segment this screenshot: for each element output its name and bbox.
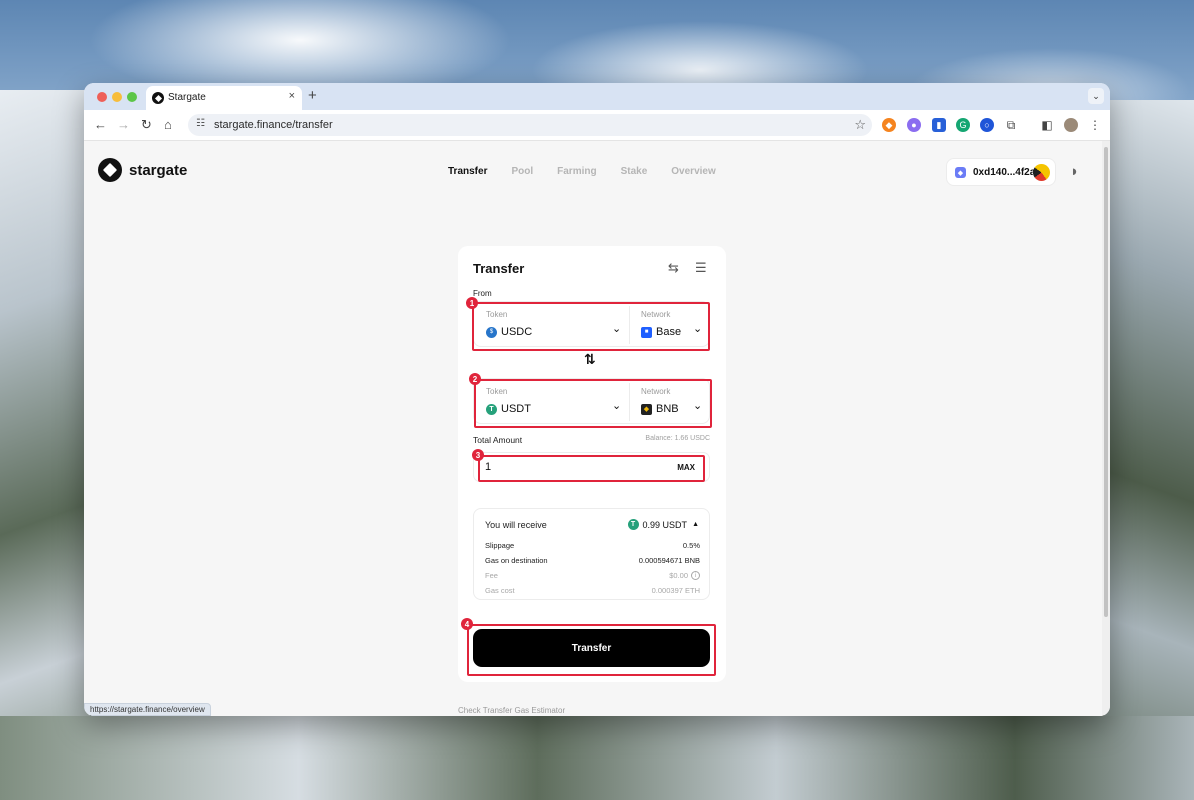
minimize-window-button[interactable] — [112, 92, 122, 102]
tab-bar: Stargate × + ⌄ — [84, 83, 1110, 110]
receive-value: 0.99 USDT — [642, 519, 688, 530]
status-bar-url: https://stargate.finance/overview — [84, 703, 211, 716]
extension-blue-circle-icon[interactable]: ○ — [980, 118, 994, 132]
annotation-badge-1: 1 — [466, 297, 478, 309]
extension-purple-icon[interactable]: ● — [907, 118, 921, 132]
detail-label: Gas on destination — [485, 556, 548, 565]
address-url: stargate.finance/transfer — [214, 119, 333, 131]
detail-value: $0.00 — [669, 571, 688, 580]
side-panel-icon[interactable]: ◧ — [1040, 118, 1054, 132]
nav-farming[interactable]: Farming — [557, 166, 596, 177]
grammarly-extension-icon[interactable]: G — [956, 118, 970, 132]
detail-label: Gas cost — [485, 586, 515, 595]
page-content: stargate Transfer Pool Farming Stake Ove… — [84, 141, 1102, 716]
scrollbar-thumb[interactable] — [1104, 147, 1108, 617]
settings-sliders-icon[interactable]: ☰ — [695, 260, 707, 276]
home-icon[interactable]: ⌂ — [164, 117, 172, 133]
close-window-button[interactable] — [97, 92, 107, 102]
dark-mode-moon-icon[interactable]: ◗ — [1070, 163, 1079, 180]
detail-row-gas-destination: Gas on destination 0.000594671 BNB — [485, 556, 700, 565]
stargate-logo[interactable]: stargate — [98, 158, 187, 182]
stargate-favicon-icon — [152, 92, 164, 104]
main-nav: Transfer Pool Farming Stake Overview — [448, 166, 740, 177]
zoom-window-button[interactable] — [127, 92, 137, 102]
background-mountain-bottom — [0, 716, 1194, 800]
balance-text: Balance: 1.66 USDC — [645, 435, 710, 442]
highlight-box-1 — [472, 302, 710, 351]
caret-up-icon: ▲ — [692, 521, 699, 528]
info-icon[interactable]: i — [691, 571, 700, 580]
close-tab-icon[interactable]: × — [289, 90, 295, 102]
tab-stargate[interactable]: Stargate × — [146, 86, 302, 110]
receive-summary: You will receive T 0.99 USDT ▲ Slippage … — [473, 508, 710, 600]
browser-menu-icon[interactable]: ⋮ — [1088, 118, 1102, 132]
receive-toggle[interactable]: T 0.99 USDT ▲ — [627, 519, 699, 530]
forward-arrow-icon[interactable]: → — [117, 117, 130, 133]
transaction-history-icon[interactable]: ⇆ — [668, 260, 679, 276]
annotation-badge-2: 2 — [469, 373, 481, 385]
background-mountain-left — [0, 90, 90, 800]
wallet-address: 0xd140...4f2a — [973, 167, 1036, 178]
transfer-title: Transfer — [473, 261, 525, 276]
annotation-badge-4: 4 — [461, 618, 473, 630]
from-label: From — [473, 289, 492, 298]
detail-row-slippage: Slippage 0.5% — [485, 541, 700, 550]
page-scrollbar[interactable] — [1102, 141, 1110, 716]
annotation-badge-3: 3 — [472, 449, 484, 461]
browser-toolbar: ← → ↻ ⌂ ☷ stargate.finance/transfer ☆ ◆ … — [84, 110, 1110, 141]
new-tab-button[interactable]: + — [308, 87, 317, 104]
usdt-icon: T — [627, 519, 639, 530]
profile-avatar[interactable] — [1064, 118, 1078, 132]
total-amount-label: Total Amount — [473, 435, 523, 445]
brand-name: stargate — [129, 161, 188, 179]
receive-label: You will receive — [485, 520, 547, 530]
bitwarden-extension-icon[interactable]: ▮ — [932, 118, 946, 132]
extensions-puzzle-icon[interactable]: ⧉ — [1004, 118, 1018, 132]
bookmark-star-icon[interactable]: ☆ — [854, 117, 866, 133]
highlight-box-4 — [467, 624, 716, 676]
metamask-extension-icon[interactable]: ◆ — [882, 118, 896, 132]
reload-icon[interactable]: ↻ — [141, 117, 152, 133]
address-bar[interactable]: ☷ stargate.finance/transfer ☆ — [188, 114, 872, 136]
browser-window: Stargate × + ⌄ ← → ↻ ⌂ ☷ stargate.financ… — [84, 83, 1110, 716]
wallet-button[interactable]: ◆ 0xd140...4f2a — [946, 158, 1056, 186]
gas-estimator-link[interactable]: Check Transfer Gas Estimator — [458, 706, 565, 715]
wallet-avatar — [1033, 164, 1050, 181]
detail-value: 0.5% — [682, 541, 700, 550]
detail-row-gas-cost: Gas cost 0.000397 ETH — [485, 586, 700, 595]
detail-row-fee: Fee $0.00 i — [485, 571, 700, 580]
nav-pool[interactable]: Pool — [511, 166, 533, 177]
tab-title: Stargate — [168, 92, 206, 103]
background-mountain-right — [1104, 100, 1194, 800]
detail-value: 0.000594671 BNB — [638, 556, 700, 565]
highlight-box-3 — [478, 455, 705, 482]
detail-label: Fee — [485, 571, 498, 580]
nav-overview[interactable]: Overview — [671, 166, 715, 177]
highlight-box-2 — [474, 379, 712, 428]
nav-transfer[interactable]: Transfer — [448, 166, 487, 177]
site-settings-icon[interactable]: ☷ — [196, 118, 205, 129]
back-arrow-icon[interactable]: ← — [94, 117, 107, 133]
detail-label: Slippage — [485, 541, 515, 550]
ethereum-icon: ◆ — [955, 167, 966, 178]
swap-direction-icon[interactable]: ⇅ — [584, 351, 596, 368]
stargate-logo-icon — [98, 158, 122, 182]
nav-stake[interactable]: Stake — [621, 166, 648, 177]
tab-search-button[interactable]: ⌄ — [1088, 88, 1104, 104]
detail-value: 0.000397 ETH — [651, 586, 700, 595]
